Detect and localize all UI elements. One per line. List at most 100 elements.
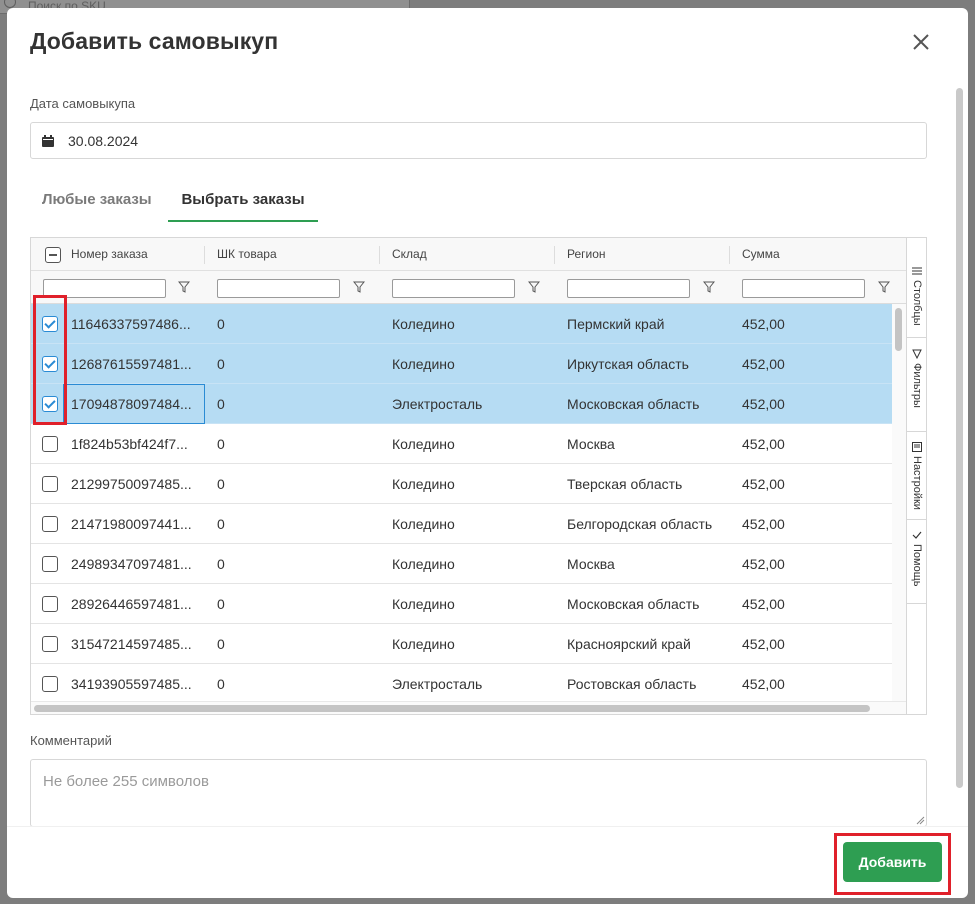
column-header-sku[interactable]: ШК товара xyxy=(217,238,277,271)
resize-handle-icon[interactable] xyxy=(915,815,925,825)
cell-sku: 0 xyxy=(217,556,225,572)
cell-region: Московская область xyxy=(567,396,700,412)
cell-region: Москва xyxy=(567,556,615,572)
date-label: Дата самовыкупа xyxy=(30,96,136,111)
calendar-icon xyxy=(42,135,54,147)
columns-icon xyxy=(912,267,922,275)
column-separator[interactable] xyxy=(554,246,555,264)
cell-order-number: 21471980097441... xyxy=(71,516,192,532)
close-button[interactable] xyxy=(909,30,933,54)
side-tab-settings[interactable]: Настройки xyxy=(907,432,926,520)
cell-order-number: 24989347097481... xyxy=(71,556,192,572)
column-header-region[interactable]: Регион xyxy=(567,238,606,271)
row-checkbox[interactable] xyxy=(42,676,58,692)
table-row[interactable]: 1f824b53bf424f7... 0 Коледино Москва 452… xyxy=(31,424,892,464)
filter-icon[interactable] xyxy=(703,281,715,293)
grid-horizontal-scrollbar-thumb[interactable] xyxy=(34,705,870,712)
add-self-purchase-modal: Добавить самовыкуп Дата самовыкупа 30.08… xyxy=(7,8,968,898)
search-icon xyxy=(4,0,16,8)
tab-any-orders[interactable]: Любые заказы xyxy=(42,184,152,222)
column-separator[interactable] xyxy=(379,246,380,264)
row-checkbox[interactable] xyxy=(42,356,58,372)
row-checkbox[interactable] xyxy=(42,596,58,612)
cell-sku: 0 xyxy=(217,356,225,372)
cell-sku: 0 xyxy=(217,596,225,612)
table-row[interactable]: 12687615597481... 0 Коледино Иркутская о… xyxy=(31,344,892,384)
cell-sum: 452,00 xyxy=(742,396,785,412)
side-tab-help-label: Помощь xyxy=(911,544,923,587)
settings-panel-icon xyxy=(912,442,922,452)
cell-warehouse: Коледино xyxy=(392,356,455,372)
date-value: 30.08.2024 xyxy=(68,133,139,149)
table-row[interactable]: 24989347097481... 0 Коледино Москва 452,… xyxy=(31,544,892,584)
side-tab-columns-label: Столбцы xyxy=(911,280,923,326)
table-row[interactable]: 31547214597485... 0 Коледино Красноярски… xyxy=(31,624,892,664)
cell-warehouse: Коледино xyxy=(392,596,455,612)
row-checkbox[interactable] xyxy=(42,436,58,452)
filter-icon[interactable] xyxy=(353,281,365,293)
table-row[interactable]: 21471980097441... 0 Коледино Белгородска… xyxy=(31,504,892,544)
row-checkbox[interactable] xyxy=(42,476,58,492)
cell-warehouse: Коледино xyxy=(392,476,455,492)
modal-scrollbar-thumb[interactable] xyxy=(956,88,963,788)
row-checkbox[interactable] xyxy=(42,316,58,332)
filter-input-order[interactable] xyxy=(43,279,166,298)
cell-sku: 0 xyxy=(217,636,225,652)
cell-order-number: 21299750097485... xyxy=(71,476,192,492)
row-checkbox[interactable] xyxy=(42,636,58,652)
filter-row xyxy=(31,271,906,304)
side-tab-help[interactable]: Помощь xyxy=(907,520,926,604)
row-checkbox[interactable] xyxy=(42,516,58,532)
cell-warehouse: Электросталь xyxy=(392,396,483,412)
orders-grid: Номер заказа ШК товара Склад Регион Сумм… xyxy=(30,237,927,715)
cell-sku: 0 xyxy=(217,516,225,532)
filter-input-region[interactable] xyxy=(567,279,690,298)
grid-body: 11646337597486... 0 Коледино Пермский кр… xyxy=(31,304,892,701)
row-checkbox[interactable] xyxy=(42,556,58,572)
cell-order-number: 31547214597485... xyxy=(71,636,192,652)
column-header-order[interactable]: Номер заказа xyxy=(71,238,148,271)
column-header-warehouse[interactable]: Склад xyxy=(392,238,427,271)
cell-warehouse: Электросталь xyxy=(392,676,483,692)
cell-region: Белгородская область xyxy=(567,516,713,532)
tab-select-orders[interactable]: Выбрать заказы xyxy=(168,184,318,222)
table-row[interactable]: 11646337597486... 0 Коледино Пермский кр… xyxy=(31,304,892,344)
comment-field[interactable] xyxy=(30,759,927,827)
cell-sum: 452,00 xyxy=(742,676,785,692)
cell-warehouse: Коледино xyxy=(392,636,455,652)
add-button[interactable]: Добавить xyxy=(843,842,942,882)
cell-order-number: 12687615597481... xyxy=(71,356,192,372)
cell-sum: 452,00 xyxy=(742,596,785,612)
grid-horizontal-scrollbar[interactable] xyxy=(31,701,906,714)
filter-icon[interactable] xyxy=(178,281,190,293)
grid-vertical-scrollbar-thumb[interactable] xyxy=(895,308,902,351)
select-all-checkbox[interactable] xyxy=(45,247,61,263)
cell-sku: 0 xyxy=(217,316,225,332)
cell-order-number: 28926446597481... xyxy=(71,596,192,612)
cell-order-number: 34193905597485... xyxy=(71,676,192,692)
cell-order-number: 17094878097484... xyxy=(71,396,192,412)
side-tab-filters[interactable]: Фильтры xyxy=(907,338,926,432)
side-tab-columns[interactable]: Столбцы xyxy=(907,256,926,338)
filter-input-warehouse[interactable] xyxy=(392,279,515,298)
grid-header: Номер заказа ШК товара Склад Регион Сумм… xyxy=(31,238,906,271)
column-separator[interactable] xyxy=(204,246,205,264)
table-row[interactable]: 17094878097484... 0 Электросталь Московс… xyxy=(31,384,892,424)
cell-order-number: 11646337597486... xyxy=(71,316,191,332)
grid-vertical-scrollbar[interactable] xyxy=(892,304,906,701)
cell-region: Москва xyxy=(567,436,615,452)
table-row[interactable]: 28926446597481... 0 Коледино Московская … xyxy=(31,584,892,624)
table-row[interactable]: 21299750097485... 0 Коледино Тверская об… xyxy=(31,464,892,504)
row-checkbox[interactable] xyxy=(42,396,58,412)
filter-input-sku[interactable] xyxy=(217,279,340,298)
filter-icon[interactable] xyxy=(528,281,540,293)
column-separator[interactable] xyxy=(729,246,730,264)
cell-warehouse: Коледино xyxy=(392,516,455,532)
filter-icon[interactable] xyxy=(878,281,890,293)
cell-warehouse: Коледино xyxy=(392,436,455,452)
table-row[interactable]: 34193905597485... 0 Электросталь Ростовс… xyxy=(31,664,892,701)
cell-sum: 452,00 xyxy=(742,436,785,452)
column-header-sum[interactable]: Сумма xyxy=(742,238,780,271)
date-field[interactable]: 30.08.2024 xyxy=(30,122,927,159)
filter-input-sum[interactable] xyxy=(742,279,865,298)
